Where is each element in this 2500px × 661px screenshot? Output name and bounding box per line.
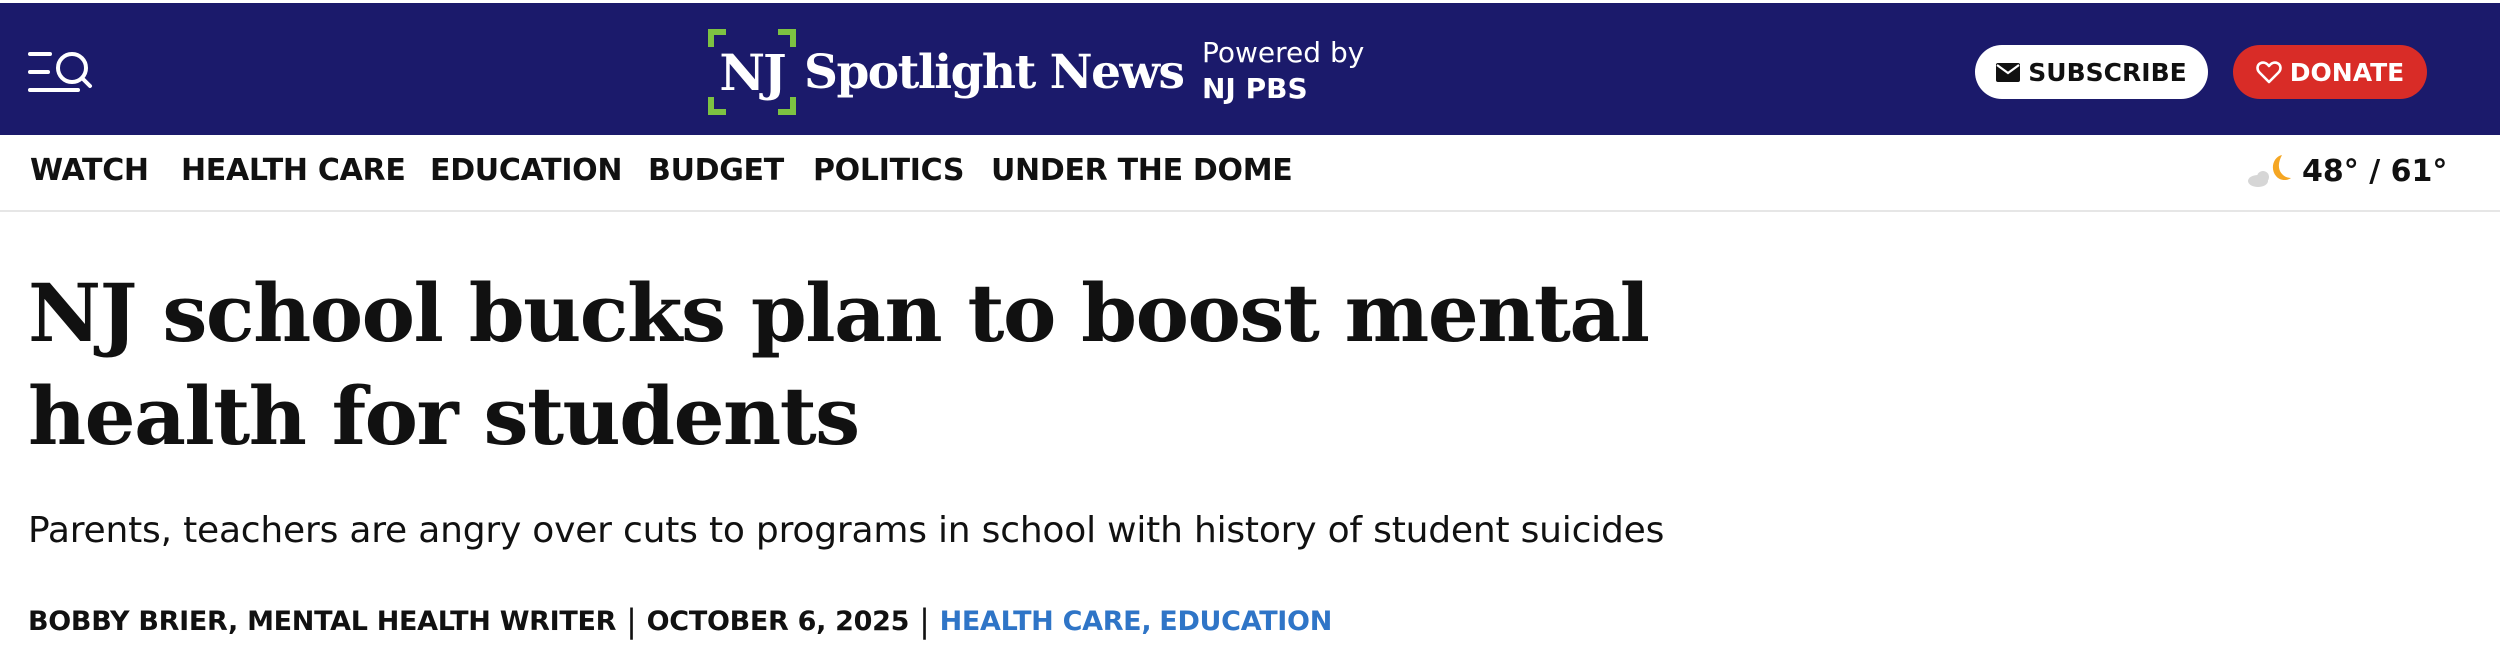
article-byline: BOBBY BRIER, MENTAL HEALTH WRITER | OCTO… — [28, 602, 1332, 640]
subscribe-label: SUBSCRIBE — [2028, 57, 2187, 87]
nav-item-under-the-dome[interactable]: UNDER THE DOME — [991, 153, 1293, 188]
donate-label: DONATE — [2289, 57, 2405, 87]
logo-text: Spotlight News — [804, 44, 1185, 100]
subscribe-button[interactable]: SUBSCRIBE — [1975, 45, 2208, 99]
byline-author[interactable]: BOBBY BRIER, MENTAL HEALTH WRITER — [28, 606, 616, 637]
powered-by-label: Powered by — [1202, 36, 1365, 69]
nav-item-health-care[interactable]: HEALTH CARE — [181, 153, 406, 188]
site-header: NJ Spotlight News Powered by NJ PBS SUBS… — [0, 0, 2500, 135]
nav-item-budget[interactable]: BUDGET — [648, 153, 784, 188]
weather-widget[interactable]: 48° / 61° — [2246, 151, 2447, 191]
article-headline: NJ school bucks plan to boost mental hea… — [28, 266, 1650, 463]
donate-button[interactable]: DONATE — [2233, 45, 2427, 99]
logo-mark: NJ — [708, 29, 796, 115]
logo-mark-text: NJ — [719, 42, 786, 102]
byline-separator: | — [626, 602, 637, 640]
envelope-icon — [1996, 62, 2021, 82]
powered-by[interactable]: Powered by NJ PBS — [1202, 35, 1364, 107]
site-logo[interactable]: NJ Spotlight News — [708, 27, 1185, 117]
byline-separator: | — [919, 602, 930, 640]
nav-item-education[interactable]: EDUCATION — [430, 153, 623, 188]
nav-item-politics[interactable]: POLITICS — [813, 153, 964, 188]
powered-by-name: NJ PBS — [1202, 72, 1308, 105]
heart-outline-icon — [2256, 60, 2282, 84]
tag-health-care[interactable]: HEALTH CARE, — [940, 606, 1152, 637]
tag-education[interactable]: EDUCATION — [1159, 606, 1332, 637]
menu-search-button[interactable] — [28, 47, 94, 97]
partly-cloudy-moon-icon — [2248, 155, 2291, 187]
article-subhead: Parents, teachers are angry over cuts to… — [28, 510, 1665, 551]
section-nav: WATCH HEALTH CARE EDUCATION BUDGET POLIT… — [0, 135, 2500, 212]
weather-temperature: 48° / 61° — [2302, 153, 2448, 189]
byline-date: OCTOBER 6, 2025 — [646, 605, 910, 637]
menu-search-icon — [28, 52, 92, 92]
nav-item-watch[interactable]: WATCH — [30, 153, 149, 188]
